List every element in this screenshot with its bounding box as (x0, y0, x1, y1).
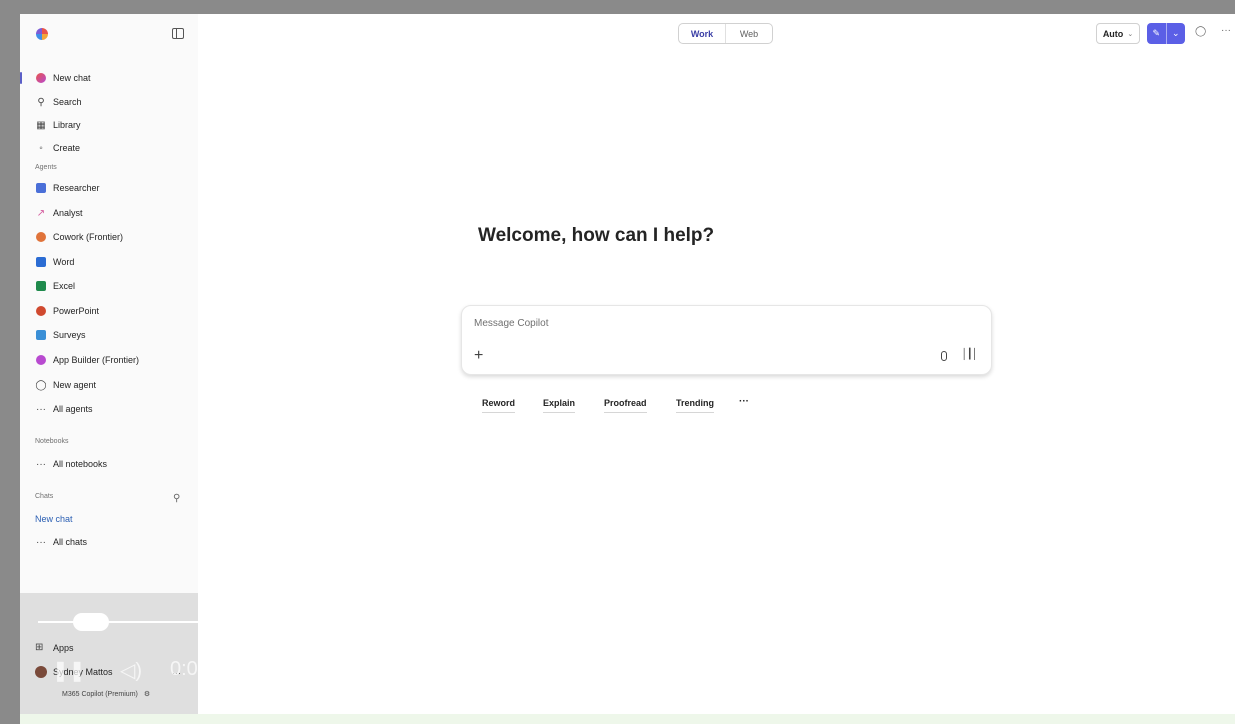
surveys-icon (35, 329, 47, 341)
suggestion-reword[interactable]: Reword (482, 398, 516, 413)
shield-icon[interactable]: ◯ (1195, 26, 1206, 37)
agent-label: Analyst (53, 208, 83, 218)
nav-label: Library (53, 120, 81, 130)
apps-label: Apps (53, 642, 74, 653)
compose-icon[interactable]: ✎ (1147, 23, 1167, 44)
agent-label: Surveys (53, 330, 86, 340)
chevron-down-icon[interactable]: ⌄ (1167, 23, 1186, 44)
mode-work-tab[interactable]: Work (679, 24, 726, 43)
agent-word[interactable]: Word (35, 252, 74, 272)
agent-analyst[interactable]: ↗ Analyst (35, 203, 83, 223)
nav-label: All chats (53, 537, 88, 547)
agent-cowork[interactable]: Cowork (Frontier) (35, 227, 123, 247)
more-options-icon[interactable]: ··· (1221, 25, 1231, 36)
agent-label: All agents (53, 404, 93, 414)
search-icon: ⚲ (37, 96, 45, 108)
new-agent-icon: ◯ (35, 379, 47, 391)
agent-label: Cowork (Frontier) (53, 232, 124, 242)
model-select-value: Auto (1102, 28, 1124, 39)
media-seek-thumb[interactable] (73, 613, 109, 631)
message-composer[interactable]: Message Copilot + │┃│ (461, 305, 992, 375)
excel-icon (35, 280, 47, 292)
more-icon: ··· (36, 403, 46, 415)
mode-web-tab[interactable]: Web (726, 24, 772, 43)
more-icon: ··· (36, 536, 46, 548)
agent-label: Excel (53, 281, 76, 291)
researcher-icon (35, 182, 47, 194)
all-notebooks[interactable]: ··· All notebooks (35, 454, 107, 474)
avatar (35, 666, 47, 678)
plan-text: M365 Copilot (Premium) (62, 691, 138, 698)
copilot-logo (36, 28, 48, 40)
sidebar: New chat ⚲ Search ▦ Library ◦ Create Age… (20, 14, 198, 714)
bottom-strip (20, 714, 1235, 724)
nav-label: New chat (53, 73, 91, 83)
copilot-color-icon (35, 72, 47, 84)
pause-icon[interactable]: ❚❚ (52, 658, 86, 683)
suggestion-proofread[interactable]: Proofread (604, 398, 647, 413)
plan-label: M365 Copilot (Premium) ⚙ (62, 690, 150, 698)
sidebar-toggle-icon[interactable] (172, 28, 184, 39)
chevron-down-icon: ⌄ (1127, 30, 1134, 38)
agent-researcher[interactable]: Researcher (35, 178, 100, 198)
nav-label: All notebooks (53, 459, 108, 469)
nav-create[interactable]: ◦ Create (35, 138, 80, 158)
suggestions-more-icon[interactable]: ··· (739, 396, 749, 407)
nav-library[interactable]: ▦ Library (35, 115, 81, 135)
microphone-icon[interactable] (941, 351, 947, 361)
agent-label: PowerPoint (53, 306, 100, 316)
chats-search-icon[interactable]: ⚲ (173, 493, 180, 504)
agent-label: App Builder (Frontier) (53, 355, 140, 365)
message-input[interactable]: Message Copilot (474, 318, 548, 329)
agent-label: Researcher (53, 183, 100, 193)
suggestion-explain[interactable]: Explain (543, 398, 576, 413)
cowork-icon (35, 231, 47, 243)
library-icon: ▦ (36, 119, 46, 131)
apps-grid-icon: ⊞ (35, 642, 44, 653)
create-icon: ◦ (39, 142, 43, 154)
agent-label: Word (53, 257, 75, 267)
agents-header: Agents (35, 164, 57, 171)
nav-search[interactable]: ⚲ Search (35, 92, 82, 112)
agent-powerpoint[interactable]: PowerPoint (35, 301, 99, 321)
agent-label: New agent (53, 380, 97, 390)
settings-icon[interactable]: ⚙ (144, 691, 150, 698)
chats-new-chat-link[interactable]: New chat (35, 514, 73, 524)
active-indicator (20, 72, 22, 84)
nav-label: Search (53, 97, 82, 107)
nav-label: Create (53, 143, 81, 153)
more-icon: ··· (36, 458, 46, 470)
voice-mode-icon[interactable]: │┃│ (961, 349, 978, 360)
agent-surveys[interactable]: Surveys (35, 325, 86, 345)
analyst-icon: ↗ (36, 207, 46, 219)
app-builder-icon (35, 354, 47, 366)
agent-excel[interactable]: Excel (35, 276, 75, 296)
notebooks-header: Notebooks (35, 438, 69, 445)
agent-all-agents[interactable]: ··· All agents (35, 399, 93, 419)
word-icon (35, 256, 47, 268)
chats-header: Chats (35, 493, 54, 500)
model-select[interactable]: Auto ⌄ (1096, 23, 1140, 44)
work-web-toggle[interactable]: Work Web (678, 23, 773, 44)
new-chat-button[interactable]: ✎ ⌄ (1147, 23, 1185, 44)
add-attachment-icon[interactable]: + (474, 348, 483, 364)
suggestion-trending[interactable]: Trending (676, 398, 714, 413)
agent-app-builder[interactable]: App Builder (Frontier) (35, 350, 139, 370)
app-window: New chat ⚲ Search ▦ Library ◦ Create Age… (20, 14, 1235, 714)
apps-button[interactable]: ⊞ Apps (35, 642, 74, 653)
welcome-heading: Welcome, how can I help? (478, 225, 715, 246)
media-time: 0:0 (170, 658, 198, 680)
volume-icon[interactable]: ◁) (120, 658, 142, 683)
all-chats[interactable]: ··· All chats (35, 532, 87, 552)
nav-new-chat[interactable]: New chat (35, 68, 91, 88)
media-seek-track[interactable] (38, 621, 198, 623)
agent-new-agent[interactable]: ◯ New agent (35, 375, 96, 395)
powerpoint-icon (35, 305, 47, 317)
